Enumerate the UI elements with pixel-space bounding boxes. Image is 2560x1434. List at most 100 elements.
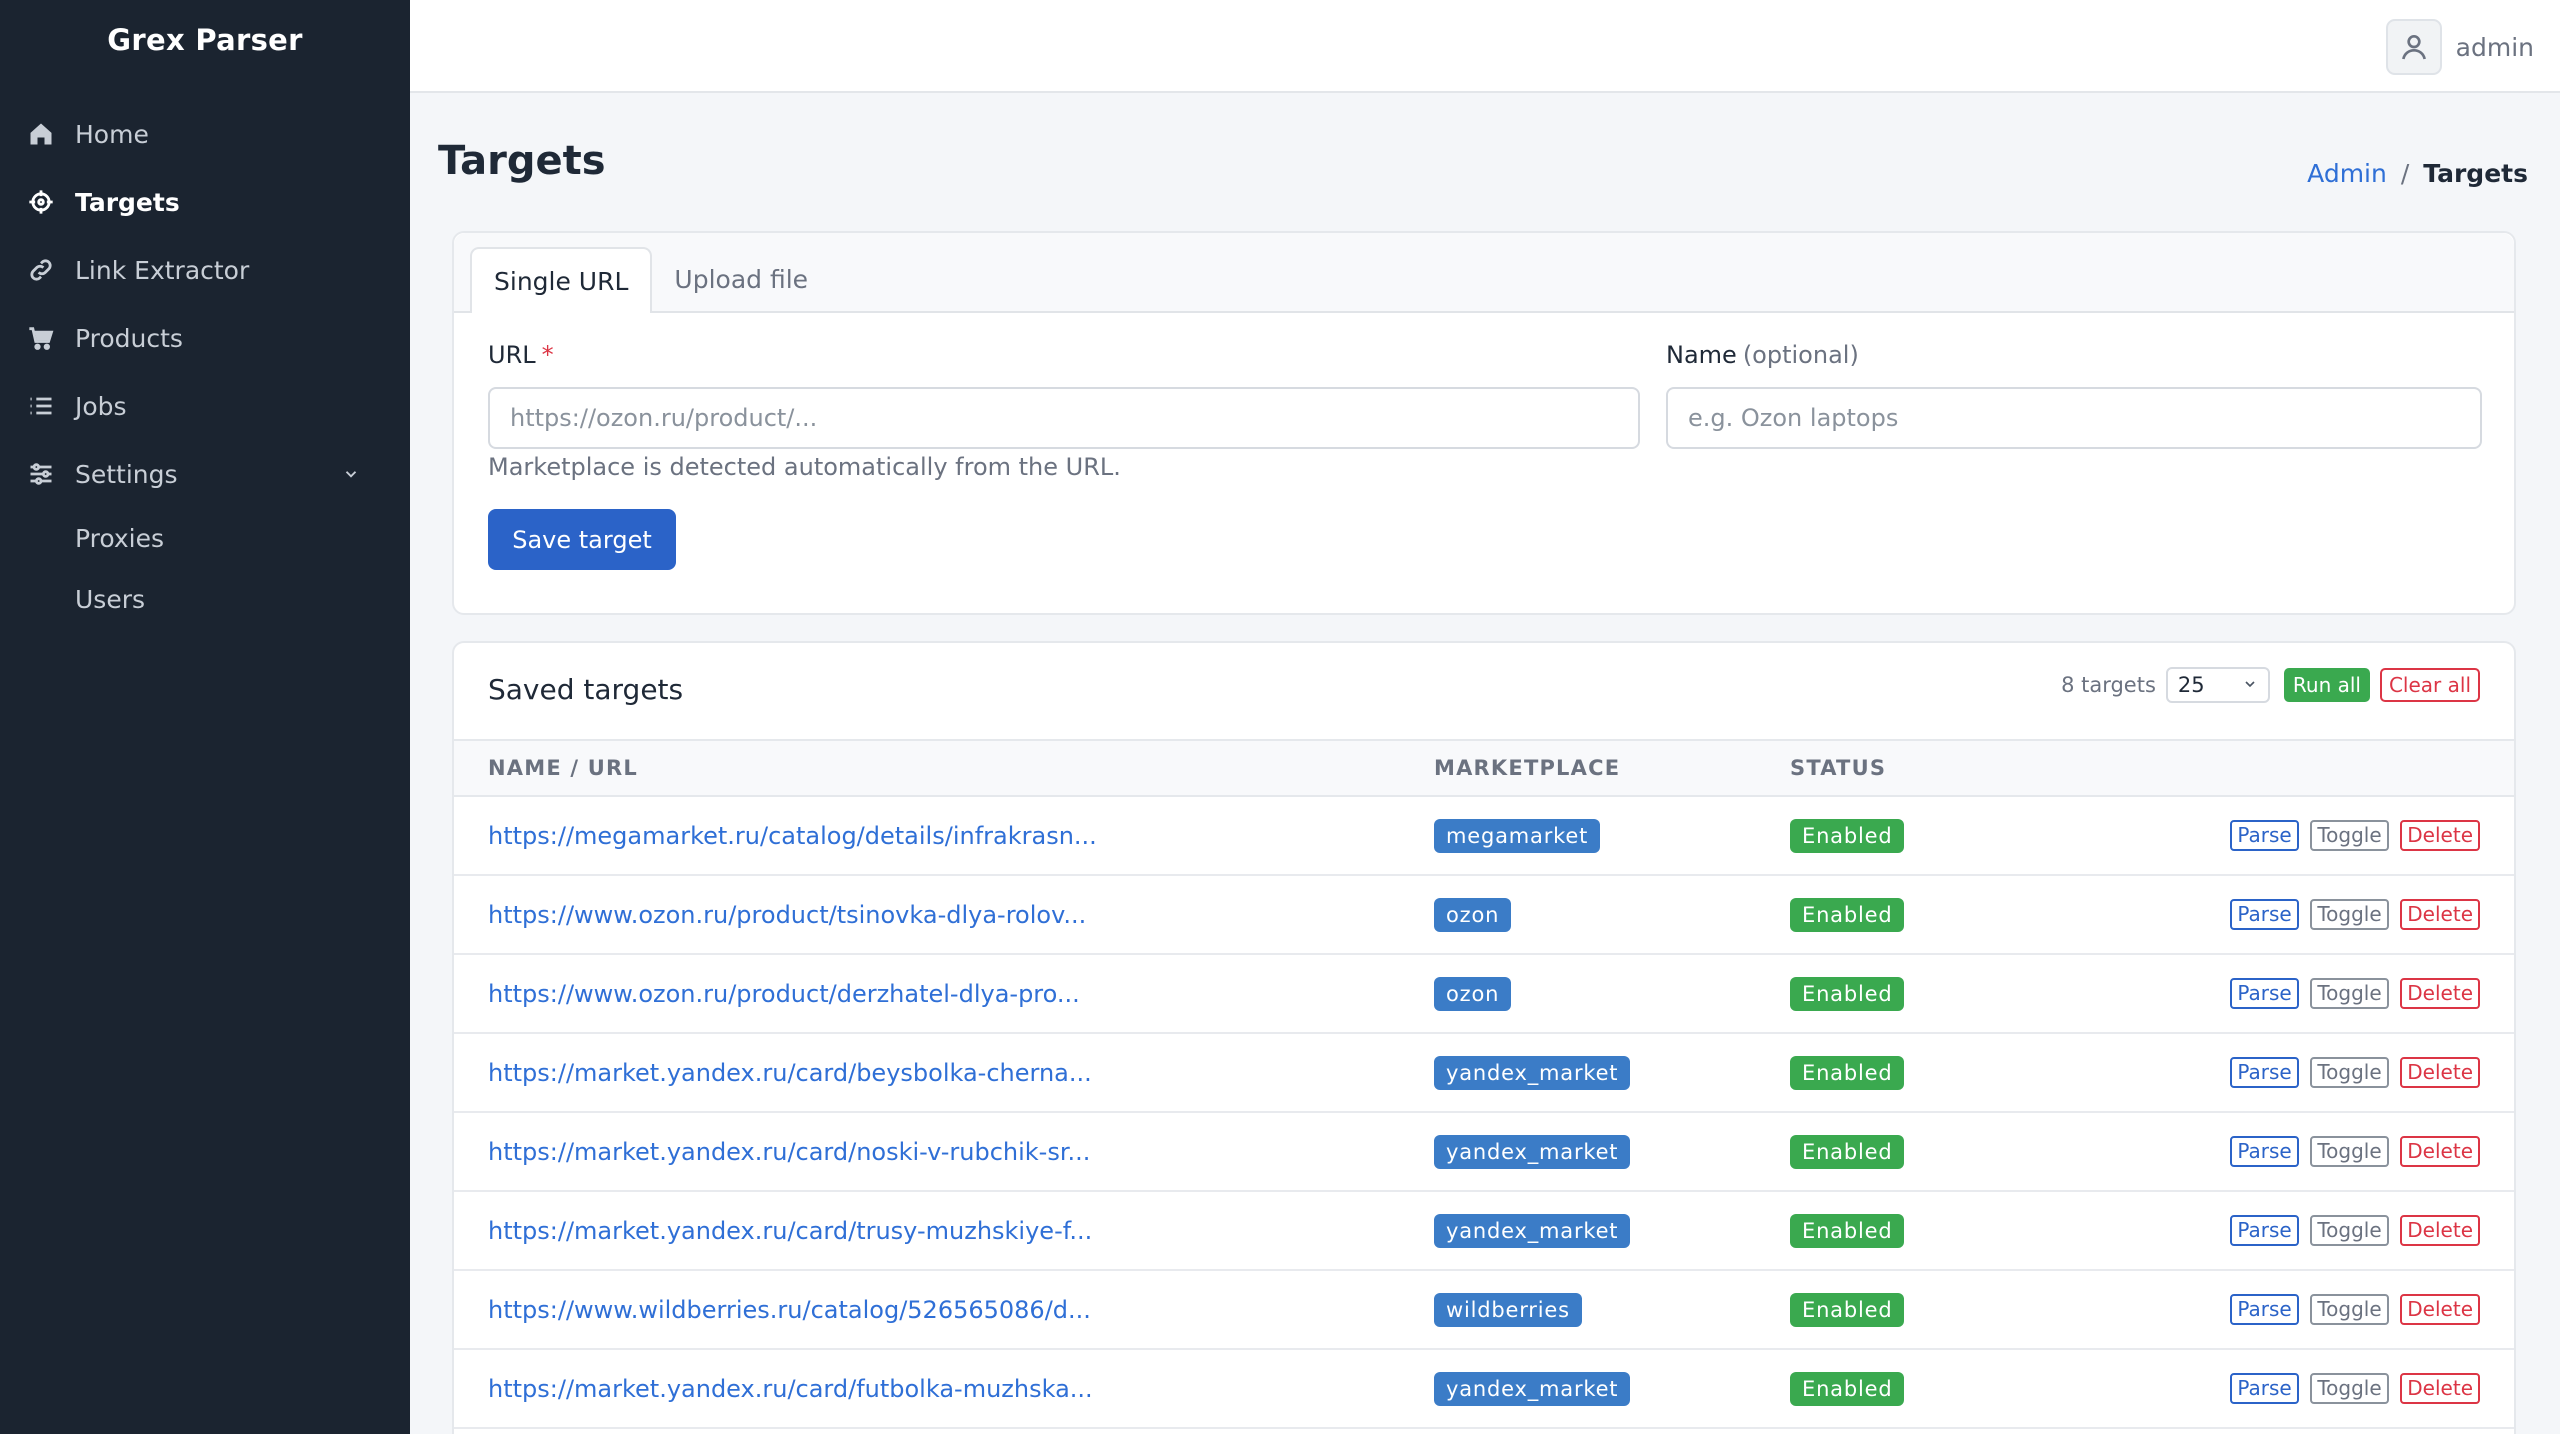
toggle-button[interactable]: Toggle [2310,1136,2389,1167]
sidebar-item-label: Link Extractor [75,255,250,285]
status-cell: Enabled [1790,1033,1996,1112]
target-url-link[interactable]: https://market.yandex.ru/card/futbolka-m… [488,1375,1093,1403]
avatar[interactable] [2385,19,2442,75]
name-input[interactable] [1666,387,2482,449]
delete-button[interactable]: Delete [2400,899,2480,930]
crosshair-icon [26,187,56,217]
target-url-link[interactable]: https://www.wildberries.ru/catalog/52656… [488,1296,1091,1324]
toggle-button[interactable]: Toggle [2310,1215,2389,1246]
delete-button[interactable]: Delete [2400,978,2480,1009]
table-header-row: NAME / URL MARKETPLACE STATUS [454,740,2514,796]
status-cell: Enabled [1790,1270,1996,1349]
delete-button[interactable]: Delete [2400,1136,2480,1167]
column-header-name-url: NAME / URL [488,756,638,780]
tab-single-url[interactable]: Single URL [470,247,653,313]
toggle-button[interactable]: Toggle [2310,978,2389,1009]
targets-table: NAME / URL MARKETPLACE STATUS https://me… [454,739,2514,1429]
parse-button[interactable]: Parse [2230,1215,2299,1246]
actions-cell: Parse Toggle Delete [1996,1270,2514,1349]
sidebar-item-label: Products [75,323,183,353]
marketplace-cell: wildberries [1434,1270,1790,1349]
sidebar-item-products[interactable]: Products [0,304,410,372]
home-icon [26,119,56,149]
target-url-link[interactable]: https://market.yandex.ru/card/trusy-muzh… [488,1217,1092,1245]
target-cell: https://market.yandex.ru/card/noski-v-ru… [454,1112,1434,1191]
actions-cell: Parse Toggle Delete [1996,875,2514,954]
target-url-link[interactable]: https://megamarket.ru/catalog/details/in… [488,822,1097,850]
name-label: Name (optional) [1666,341,1859,369]
status-badge: Enabled [1790,818,1905,853]
app-title: Grex Parser [107,23,303,57]
target-url-link[interactable]: https://market.yandex.ru/card/noski-v-ru… [488,1138,1090,1166]
toggle-button[interactable]: Toggle [2310,820,2389,851]
save-target-button[interactable]: Save target [488,509,676,570]
toggle-button[interactable]: Toggle [2310,1373,2389,1404]
parse-button[interactable]: Parse [2230,1294,2299,1325]
delete-button[interactable]: Delete [2400,820,2480,851]
target-cell: https://www.ozon.ru/product/derzhatel-dl… [454,954,1434,1033]
breadcrumb-admin-link[interactable]: Admin [2307,159,2387,188]
sidebar-item-label: Jobs [75,391,127,421]
toggle-button[interactable]: Toggle [2310,1294,2389,1325]
table-row: https://market.yandex.ru/card/futbolka-m… [454,1349,2514,1428]
marketplace-badge: wildberries [1434,1292,1582,1327]
url-input[interactable] [488,387,1640,449]
table-row: https://market.yandex.ru/card/noski-v-ru… [454,1112,2514,1191]
marketplace-badge: yandex_market [1434,1134,1631,1169]
target-url-link[interactable]: https://www.ozon.ru/product/derzhatel-dl… [488,980,1080,1008]
marketplace-cell: yandex_market [1434,1191,1790,1270]
delete-button[interactable]: Delete [2400,1057,2480,1088]
parse-button[interactable]: Parse [2230,1136,2299,1167]
target-cell: https://market.yandex.ru/card/trusy-muzh… [454,1191,1434,1270]
sidebar: Grex Parser Home Targets Link Extractor … [0,0,410,1434]
status-badge: Enabled [1790,976,1905,1011]
tab-bar: Single URL Upload file [454,233,2514,313]
sidebar-item-home[interactable]: Home [0,100,410,168]
sidebar-item-users[interactable]: Users [0,569,410,630]
column-header-actions [1996,740,2514,796]
sliders-icon [26,459,56,489]
page-size-select[interactable]: 25 [2165,667,2270,703]
status-cell: Enabled [1790,1112,1996,1191]
sidebar-item-link-extractor[interactable]: Link Extractor [0,236,410,304]
user-name: admin [2455,32,2534,62]
sidebar-item-settings[interactable]: Settings [0,440,410,508]
target-url-link[interactable]: https://market.yandex.ru/card/beysbolka-… [488,1059,1092,1087]
sidebar-item-jobs[interactable]: Jobs [0,372,410,440]
target-url-link[interactable]: https://www.ozon.ru/product/tsinovka-dly… [488,901,1086,929]
parse-button[interactable]: Parse [2230,1373,2299,1404]
sidebar-item-label: Home [75,119,149,149]
marketplace-badge: megamarket [1434,818,1601,853]
parse-button[interactable]: Parse [2230,820,2299,851]
parse-button[interactable]: Parse [2230,978,2299,1009]
sidebar-item-targets[interactable]: Targets [0,168,410,236]
table-row: https://market.yandex.ru/card/beysbolka-… [454,1033,2514,1112]
marketplace-cell: ozon [1434,875,1790,954]
marketplace-badge: yandex_market [1434,1371,1631,1406]
parse-button[interactable]: Parse [2230,1057,2299,1088]
parse-button[interactable]: Parse [2230,899,2299,930]
marketplace-cell: megamarket [1434,796,1790,875]
table-row: https://www.ozon.ru/product/derzhatel-dl… [454,954,2514,1033]
url-hint: Marketplace is detected automatically fr… [488,453,1121,481]
toggle-button[interactable]: Toggle [2310,899,2389,930]
status-cell: Enabled [1790,1349,1996,1428]
actions-cell: Parse Toggle Delete [1996,1191,2514,1270]
user-icon [2401,35,2426,60]
delete-button[interactable]: Delete [2400,1294,2480,1325]
marketplace-badge: ozon [1434,976,1512,1011]
user-menu[interactable]: admin [2385,19,2534,75]
breadcrumb-current: Targets [2423,159,2528,188]
add-target-card: Single URL Upload file URL* Name(optiona… [452,231,2516,615]
list-icon [26,391,56,421]
sidebar-item-proxies[interactable]: Proxies [0,508,410,569]
optional-marker: (optional) [1742,341,1859,369]
status-badge: Enabled [1790,897,1905,932]
toggle-button[interactable]: Toggle [2310,1057,2389,1088]
clear-all-button[interactable]: Clear all [2379,668,2480,702]
tab-upload-file[interactable]: Upload file [652,247,830,311]
column-header-status: STATUS [1790,756,1887,780]
delete-button[interactable]: Delete [2400,1215,2480,1246]
delete-button[interactable]: Delete [2400,1373,2480,1404]
run-all-button[interactable]: Run all [2283,668,2370,702]
